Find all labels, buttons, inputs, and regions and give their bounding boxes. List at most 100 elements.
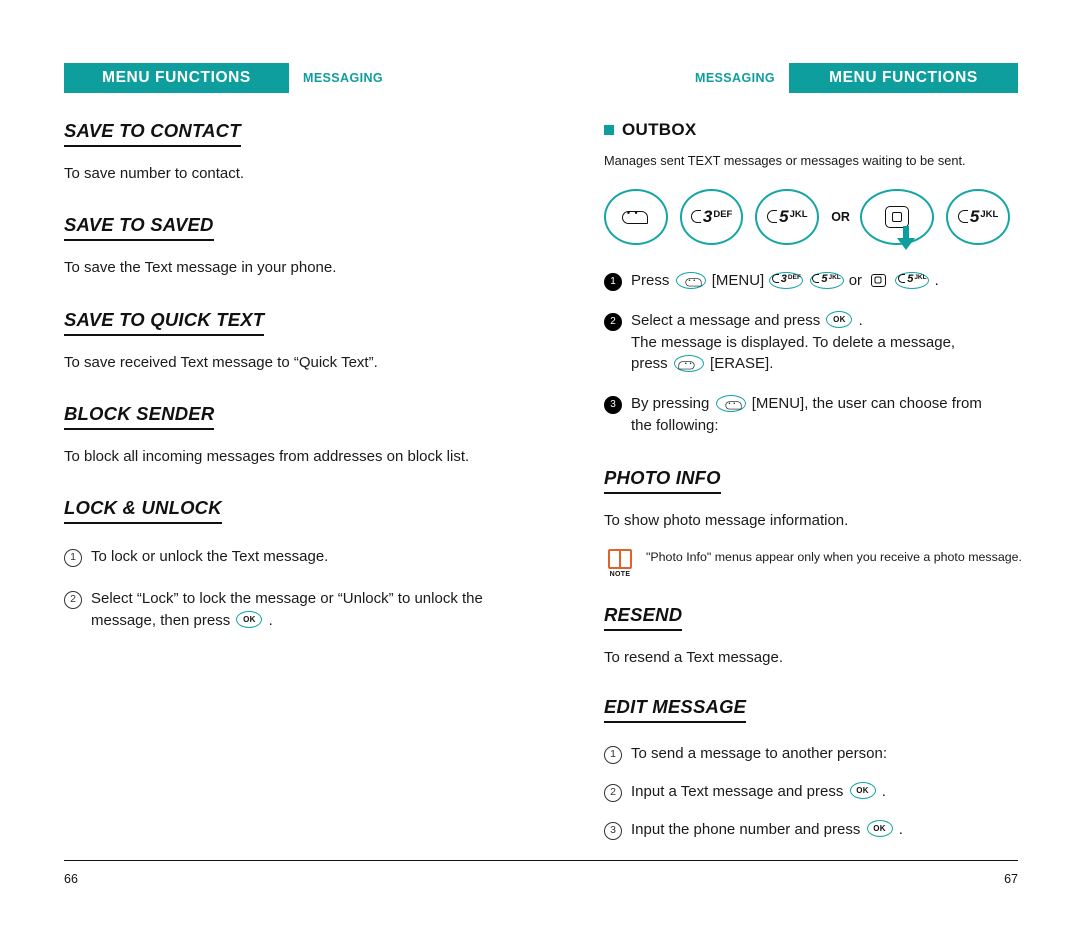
navigation-key-icon bbox=[868, 271, 889, 289]
key-5-graphic: 5 JKL bbox=[755, 189, 820, 245]
step-text: By pressing [MENU], the user can choose … bbox=[631, 393, 1022, 437]
step-number: 2 bbox=[604, 312, 622, 331]
note-icon: NOTE bbox=[604, 548, 636, 578]
section-body: To show photo message information. bbox=[604, 511, 849, 529]
note-text: "Photo Info" menus appear only when you … bbox=[646, 549, 1022, 564]
right-page-number: 67 bbox=[1004, 872, 1018, 886]
section-title: SAVE TO SAVED bbox=[64, 214, 214, 242]
step-number: 2 bbox=[64, 590, 82, 609]
menu-soft-key-icon bbox=[621, 208, 650, 225]
menu-key-icon bbox=[715, 394, 746, 412]
left-column: SAVE TO CONTACT To save number to contac… bbox=[64, 120, 484, 631]
book-icon bbox=[608, 548, 632, 569]
outbox-steps: 1 Press [MENU] 3DEF 5JKL or 5JKL . 2 Sel… bbox=[604, 270, 1022, 437]
down-arrow-icon bbox=[897, 238, 915, 250]
key-3-label: 3 DEF bbox=[690, 207, 732, 227]
key-3-graphic: 3 DEF bbox=[679, 189, 744, 245]
left-header-band: MENU FUNCTIONS bbox=[64, 63, 289, 93]
menu-bracket-label: [MENU] bbox=[711, 272, 765, 289]
section-title: SAVE TO CONTACT bbox=[64, 120, 241, 147]
step-number: 2 bbox=[604, 783, 622, 802]
key-5-icon: 5 JKL bbox=[895, 271, 930, 289]
manual-page-spread: MENU FUNCTIONS MESSAGING MESSAGING MENU … bbox=[0, 0, 1080, 932]
key-5-icon: 5 JKL bbox=[809, 271, 844, 289]
list-item: 3 By pressing [MENU], the user can choos… bbox=[604, 393, 1022, 437]
list-item: 1 To lock or unlock the Text message. bbox=[64, 546, 484, 568]
ok-key-icon: OK bbox=[236, 611, 263, 629]
lock-unlock-steps: 1 To lock or unlock the Text message. 2 … bbox=[64, 546, 484, 631]
nav-key-graphic bbox=[859, 189, 935, 245]
outbox-heading: OUTBOX bbox=[604, 120, 1022, 140]
step-text: To lock or unlock the Text message. bbox=[91, 548, 329, 566]
left-header-subtitle: MESSAGING bbox=[303, 71, 383, 85]
section-body: To save the Text message in your phone. bbox=[64, 259, 337, 277]
section-title: LOCK & UNLOCK bbox=[64, 497, 222, 525]
right-header-band: MENU FUNCTIONS bbox=[789, 63, 1018, 93]
step-number: 3 bbox=[604, 821, 622, 840]
list-item: 2 Select “Lock” to lock the message or “… bbox=[64, 588, 484, 632]
step-detail-line-1: The message is displayed. To delete a me… bbox=[631, 333, 956, 351]
right-page-header: MESSAGING MENU FUNCTIONS bbox=[695, 63, 1018, 93]
menu-key-icon bbox=[675, 271, 706, 289]
step-text-before: Select “Lock” to lock the message or “Un… bbox=[91, 589, 483, 629]
right-header-subtitle: MESSAGING bbox=[695, 71, 775, 85]
key-3-icon: 3 DEF bbox=[769, 271, 804, 289]
step-text: Input the phone number and press OK . bbox=[631, 820, 903, 838]
outbox-description: Manages sent TEXT messages or messages w… bbox=[604, 153, 966, 168]
or-inline-label: or bbox=[848, 272, 863, 289]
step-detail-line-2b: [ERASE]. bbox=[710, 355, 774, 373]
left-page-header: MENU FUNCTIONS MESSAGING bbox=[64, 63, 383, 93]
step-number: 1 bbox=[64, 549, 82, 568]
section-lock-and-unlock: LOCK & UNLOCK 1 To lock or unlock the Te… bbox=[64, 497, 484, 631]
list-item: 1 To send a message to another person: bbox=[604, 743, 1022, 765]
key-5-label: 5 JKL bbox=[767, 207, 808, 227]
list-item: 1 Press [MENU] 3DEF 5JKL or 5JKL . bbox=[604, 270, 1022, 292]
step-text: Select “Lock” to lock the message or “Un… bbox=[91, 588, 484, 632]
list-item: 2 Input a Text message and press OK . bbox=[604, 781, 1022, 803]
section-save-to-quick-text: SAVE TO QUICK TEXT To save received Text… bbox=[64, 309, 484, 373]
list-item: 3 Input the phone number and press OK . bbox=[604, 819, 1022, 841]
right-column: OUTBOX Manages sent TEXT messages or mes… bbox=[604, 120, 1022, 840]
step-text-after: . bbox=[268, 611, 273, 629]
section-body: To resend a Text message. bbox=[604, 648, 783, 666]
navigation-key-icon bbox=[885, 206, 910, 228]
section-title: PHOTO INFO bbox=[604, 467, 721, 494]
ok-key-icon: OK bbox=[826, 311, 853, 329]
step-detail-line-2a: press bbox=[631, 355, 668, 373]
erase-key-icon bbox=[673, 354, 704, 372]
step-text: To send a message to another person: bbox=[631, 745, 887, 763]
edit-message-steps: 1 To send a message to another person: 2… bbox=[604, 743, 1022, 840]
list-item: 2 Select a message and press OK . The me… bbox=[604, 310, 1022, 375]
step-text: Press [MENU] 3DEF 5JKL or 5JKL . bbox=[631, 270, 1022, 292]
note-label: NOTE bbox=[609, 570, 631, 578]
key-5-graphic-alt: 5 JKL bbox=[946, 189, 1010, 245]
step-text: Select a message and press OK . The mess… bbox=[631, 310, 1022, 375]
outbox-title: OUTBOX bbox=[622, 120, 697, 139]
square-bullet-icon bbox=[604, 125, 614, 135]
section-body: To save received Text message to “Quick … bbox=[64, 353, 378, 371]
section-block-sender: BLOCK SENDER To block all incoming messa… bbox=[64, 403, 484, 467]
or-label: OR bbox=[831, 210, 850, 224]
step-number: 1 bbox=[604, 746, 622, 765]
step-text: Input a Text message and press OK . bbox=[631, 782, 886, 800]
key-sequence-graphic: 3DEF 5JKL OR 5JKL bbox=[604, 186, 1022, 248]
section-title: SAVE TO QUICK TEXT bbox=[64, 309, 265, 336]
ok-key-icon: OK bbox=[866, 820, 893, 838]
section-title: EDIT MESSAGE bbox=[604, 696, 747, 724]
step-number: 1 bbox=[604, 273, 622, 291]
section-title: BLOCK SENDER bbox=[64, 403, 215, 430]
step-number: 3 bbox=[604, 396, 622, 414]
menu-key-graphic bbox=[604, 189, 668, 245]
section-title: RESEND bbox=[604, 604, 683, 631]
left-page-number: 66 bbox=[64, 872, 78, 886]
section-photo-info: PHOTO INFO To show photo message informa… bbox=[604, 467, 1022, 578]
key-5-label: 5 JKL bbox=[957, 207, 998, 227]
ok-key-icon: OK bbox=[849, 782, 876, 800]
section-edit-message: EDIT MESSAGE 1 To send a message to anot… bbox=[604, 696, 1022, 840]
note-block: NOTE "Photo Info" menus appear only when… bbox=[604, 548, 1022, 578]
section-save-to-saved: SAVE TO SAVED To save the Text message i… bbox=[64, 214, 484, 278]
section-resend: RESEND To resend a Text message. bbox=[604, 604, 1022, 668]
section-save-to-contact: SAVE TO CONTACT To save number to contac… bbox=[64, 120, 484, 184]
footer-rule bbox=[64, 860, 1018, 861]
section-body: To block all incoming messages from addr… bbox=[64, 447, 470, 465]
